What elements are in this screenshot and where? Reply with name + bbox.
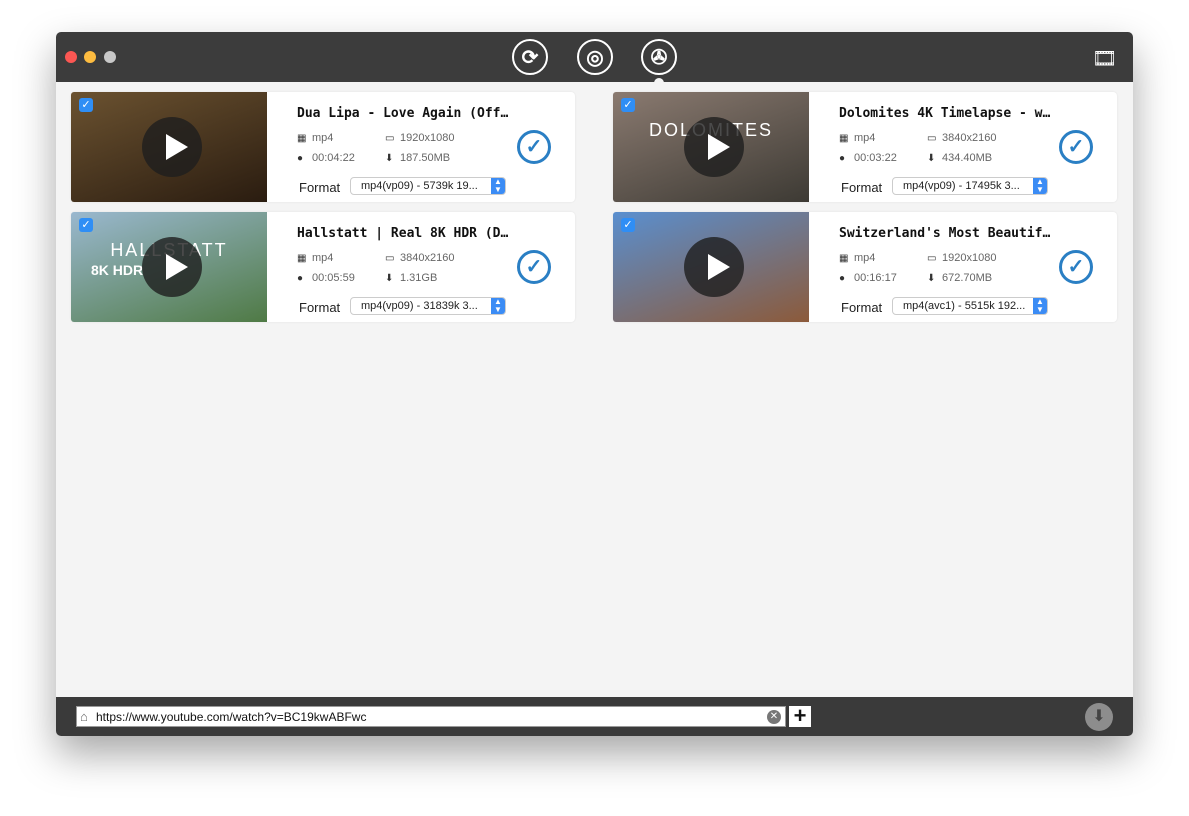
select-arrows-icon: ▲ ▼	[1033, 178, 1047, 194]
select-arrows-icon: ▲ ▼	[491, 178, 505, 194]
select-checkbox[interactable]: ✓	[79, 218, 93, 232]
film-icon: ▦	[297, 252, 307, 264]
film-icon: ▦	[839, 132, 849, 144]
media-library-icon[interactable]: 🎞	[1092, 46, 1117, 71]
size-info: ⬇ 672.70MB	[927, 272, 993, 284]
video-title: Dolomites 4K Timelapse - w…	[839, 106, 1051, 121]
monitor-icon: ▭	[385, 252, 395, 264]
url-text: https://www.youtube.com/watch?v=BC19kwAB…	[96, 710, 367, 724]
film-icon: ▦	[839, 252, 849, 264]
add-url-button[interactable]: +	[789, 705, 811, 727]
format-select[interactable]: mp4(avc1) - 5515k 192... ▲ ▼	[892, 297, 1048, 315]
video-thumbnail[interactable]: HALLSTATT 8K HDR ✓	[71, 212, 267, 322]
video-title: Hallstatt | Real 8K HDR (D…	[297, 226, 509, 241]
clock-icon: ●	[839, 272, 846, 284]
download-size-icon: ⬇	[927, 272, 936, 284]
thumbnail-badge: 8K HDR	[91, 262, 144, 278]
video-card: ✓ Switzerland's Most Beautif… ▦ mp4 ▭ 1920…	[613, 212, 1117, 322]
duration-info: ● 00:05:59	[297, 272, 355, 284]
download-size-icon: ⬇	[385, 152, 394, 164]
select-checkbox[interactable]: ✓	[79, 98, 93, 112]
check-circle-icon[interactable]: ✓	[517, 130, 551, 164]
size-info: ⬇ 1.31GB	[385, 272, 438, 284]
select-checkbox[interactable]: ✓	[621, 218, 635, 232]
app-window: ⟳ ◎ ✇ 🎞 ✓ Dua Lipa - Love Again (Off… ▦ m…	[56, 32, 1133, 736]
monitor-icon: ▭	[927, 252, 937, 264]
minimize-window-button[interactable]	[84, 51, 96, 63]
video-title: Dua Lipa - Love Again (Off…	[297, 106, 509, 121]
format-label: Format	[841, 300, 883, 315]
video-card: HALLSTATT 8K HDR ✓ Hallstatt | Real 8K H…	[71, 212, 575, 322]
check-circle-icon[interactable]: ✓	[517, 250, 551, 284]
resolution-info: ▭ 1920x1080	[385, 132, 455, 144]
download-size-icon: ⬇	[385, 272, 394, 284]
select-checkbox[interactable]: ✓	[621, 98, 635, 112]
format-label: Format	[299, 300, 341, 315]
play-icon[interactable]	[684, 117, 744, 177]
bottom-bar: ⌂ https://www.youtube.com/watch?v=BC19kw…	[56, 697, 1133, 736]
size-info: ⬇ 434.40MB	[927, 152, 993, 164]
format-label: Format	[299, 180, 341, 195]
download-video-icon[interactable]: ✇	[641, 39, 677, 75]
check-circle-icon[interactable]: ✓	[1059, 130, 1093, 164]
resolution-info: ▭ 1920x1080	[927, 252, 997, 264]
format-info: ▦ mp4	[297, 132, 334, 144]
size-info: ⬇ 187.50MB	[385, 152, 451, 164]
video-card: DOLOMITES ✓ Dolomites 4K Timelapse - w… …	[613, 92, 1117, 202]
duration-info: ● 00:16:17	[839, 272, 897, 284]
url-input[interactable]: ⌂ https://www.youtube.com/watch?v=BC19kw…	[76, 706, 786, 727]
clock-icon: ●	[297, 272, 304, 284]
video-thumbnail[interactable]: DOLOMITES ✓	[613, 92, 809, 202]
home-icon: ⌂	[80, 709, 88, 724]
convert-icon[interactable]: ⟳	[512, 39, 548, 75]
monitor-icon: ▭	[927, 132, 937, 144]
video-list: ✓ Dua Lipa - Love Again (Off… ▦ mp4 ▭ 1920…	[56, 82, 1133, 697]
monitor-icon: ▭	[385, 132, 395, 144]
clear-url-icon[interactable]: ✕	[767, 710, 781, 724]
download-button[interactable]: ⬇	[1085, 703, 1113, 731]
close-window-button[interactable]	[65, 51, 77, 63]
play-icon[interactable]	[684, 237, 744, 297]
play-icon[interactable]	[142, 117, 202, 177]
format-info: ▦ mp4	[839, 252, 876, 264]
resolution-info: ▭ 3840x2160	[927, 132, 997, 144]
format-select[interactable]: mp4(vp09) - 5739k 19... ▲ ▼	[350, 177, 506, 195]
play-icon[interactable]	[142, 237, 202, 297]
download-size-icon: ⬇	[927, 152, 936, 164]
video-thumbnail[interactable]: ✓	[613, 212, 809, 322]
resolution-info: ▭ 3840x2160	[385, 252, 455, 264]
format-select[interactable]: mp4(vp09) - 31839k 3... ▲ ▼	[350, 297, 506, 315]
record-icon[interactable]: ◎	[577, 39, 613, 75]
titlebar: ⟳ ◎ ✇ 🎞	[56, 32, 1133, 84]
zoom-window-button[interactable]	[104, 51, 116, 63]
video-card: ✓ Dua Lipa - Love Again (Off… ▦ mp4 ▭ 1920…	[71, 92, 575, 202]
format-info: ▦ mp4	[297, 252, 334, 264]
clock-icon: ●	[839, 152, 846, 164]
select-arrows-icon: ▲ ▼	[491, 298, 505, 314]
duration-info: ● 00:04:22	[297, 152, 355, 164]
check-circle-icon[interactable]: ✓	[1059, 250, 1093, 284]
clock-icon: ●	[297, 152, 304, 164]
format-label: Format	[841, 180, 883, 195]
select-arrows-icon: ▲ ▼	[1033, 298, 1047, 314]
film-icon: ▦	[297, 132, 307, 144]
video-title: Switzerland's Most Beautif…	[839, 226, 1051, 241]
duration-info: ● 00:03:22	[839, 152, 897, 164]
format-info: ▦ mp4	[839, 132, 876, 144]
format-select[interactable]: mp4(vp09) - 17495k 3... ▲ ▼	[892, 177, 1048, 195]
video-thumbnail[interactable]: ✓	[71, 92, 267, 202]
